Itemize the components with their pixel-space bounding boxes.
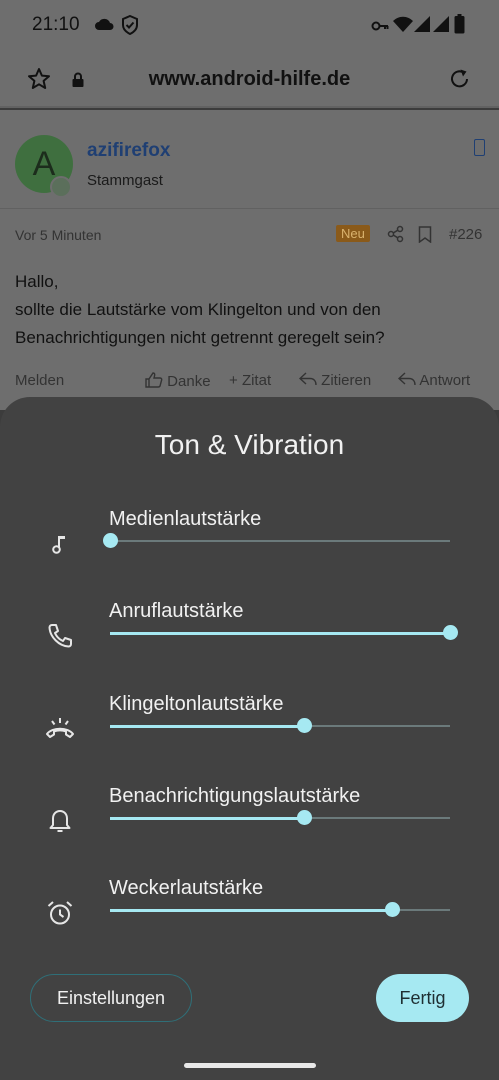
settings-button[interactable]: Einstellungen [30,974,192,1022]
share-icon[interactable] [387,225,405,248]
status-time: 21:10 [32,14,80,35]
signal-icon [432,15,450,38]
alarm-volume-label: Weckerlautstärke [109,877,264,899]
cloud-icon [94,17,114,36]
phone-icon [44,620,76,652]
new-badge: Neu [336,225,370,242]
post-line: Benachrichtigungen nicht getrennt gerege… [15,328,385,347]
slider-thumb[interactable] [296,810,312,825]
notification-volume-label: Benachrichtigungslautstärke [109,785,361,807]
post-username[interactable]: azifirefox [87,140,170,162]
bookmark-icon[interactable] [418,226,432,248]
alarm-volume-slider[interactable] [110,902,450,917]
done-button[interactable]: Fertig [376,974,469,1022]
media-volume-row: Medienlautstärke [0,508,499,600]
call-volume-slider[interactable] [110,625,458,640]
sound-vibration-panel: Ton & Vibration Medienlautstärke Anrufla… [0,397,499,1052]
media-volume-label: Medienlautstärke [109,508,262,530]
like-label: Danke [167,373,211,390]
slider-fill [110,816,304,820]
panel-title: Ton & Vibration [154,429,345,460]
post-body: Hallo, sollte die Lautstärke vom Klingel… [15,268,485,352]
navigation-bar [0,1052,499,1080]
slider-fill [110,631,450,635]
post-line: sollte die Lautstärke vom Klingelton und… [15,300,381,319]
url-text[interactable]: www.android-hilfe.de [0,68,499,91]
wifi-icon [393,15,413,38]
post-time[interactable]: Vor 5 Minuten [15,227,101,243]
quote-button[interactable]: + Zitat [229,372,271,389]
report-link[interactable]: Melden [15,372,64,389]
slider-fill [110,724,304,728]
battery-icon [454,14,465,39]
reply-arrow-icon [397,372,416,386]
call-volume-label: Anruflautstärke [109,600,244,622]
slider-thumb[interactable] [296,718,312,733]
gesture-handle[interactable] [184,1063,316,1068]
reply-button[interactable]: Antwort [397,372,471,389]
cite-button[interactable]: Zitieren [298,372,372,389]
post-line: Hallo, [15,272,59,291]
signal-icon [413,15,431,38]
plus-icon: + [229,372,238,389]
user-badge-icon [50,176,72,198]
reload-icon[interactable] [448,67,472,96]
ringtone-volume-row: Klingeltonlautstärke [0,693,499,785]
post-number[interactable]: #226 [449,226,482,243]
alarm-icon [44,897,76,929]
slider-thumb[interactable] [443,625,458,640]
slider-fill [110,908,393,912]
browser-url-bar: www.android-hilfe.de [0,50,499,108]
call-volume-row: Anruflautstärke [0,600,499,692]
like-button[interactable]: Danke [145,372,211,390]
forum-post: A azifirefox Stammgast Vor 5 Minuten Neu… [0,110,499,410]
shield-icon [121,14,139,40]
status-bar: 21:10 [0,0,499,50]
notification-volume-slider[interactable] [110,810,450,825]
slider-thumb[interactable] [103,533,118,548]
bell-icon [44,805,76,837]
media-volume-slider[interactable] [103,533,450,548]
music-note-icon [44,528,76,560]
notification-volume-row: Benachrichtigungslautstärke [0,785,499,877]
reply-arrow-icon [298,372,317,386]
divider [0,208,499,209]
cite-label: Zitieren [321,372,372,389]
post-user-role: Stammgast [87,172,163,189]
ringtone-volume-label: Klingeltonlautstärke [109,693,284,715]
vpn-key-icon [371,19,389,37]
mobile-device-icon [474,139,485,156]
quote-label: Zitat [241,372,272,389]
thumbs-up-icon [145,372,163,388]
ringtone-volume-slider[interactable] [110,718,450,733]
reply-label: Antwort [419,372,471,389]
ringer-icon [44,713,76,745]
alarm-volume-row: Weckerlautstärke [0,877,499,969]
slider-thumb[interactable] [385,902,401,917]
